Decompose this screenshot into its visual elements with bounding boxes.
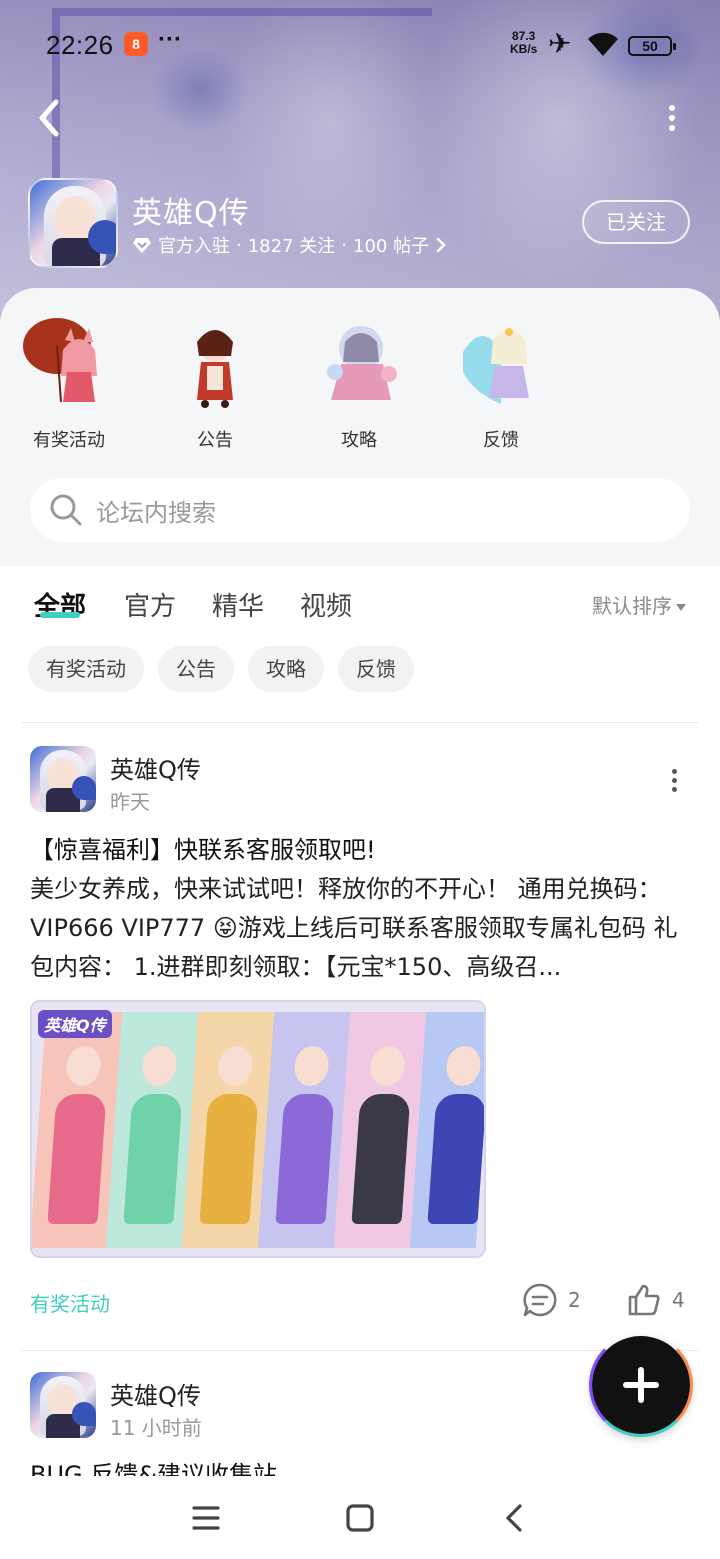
post-author-name[interactable]: 英雄Q传 (110, 750, 201, 785)
comment-button[interactable]: 2 (522, 1282, 581, 1318)
like-count: 4 (672, 1288, 685, 1312)
comment-count: 2 (568, 1288, 581, 1312)
category-guides[interactable]: 攻略 (304, 312, 414, 452)
meta-separator: · (236, 234, 242, 256)
post-image[interactable]: 英雄Q传 (30, 1000, 486, 1258)
system-navigation-bar (0, 1480, 720, 1559)
post-timestamp: 11 小时前 (110, 1416, 202, 1440)
announcement-character-icon (197, 330, 233, 408)
post-timestamp: 昨天 (110, 790, 150, 814)
game-title: 英雄Q传 (132, 196, 250, 231)
comment-icon (523, 1283, 557, 1317)
post-category-tag[interactable]: 有奖活动 (30, 1288, 110, 1317)
post-author-name[interactable]: 英雄Q传 (110, 1376, 201, 1411)
more-options-icon[interactable] (660, 102, 684, 136)
game-logo-badge: 英雄Q传 (38, 1010, 112, 1038)
notification-app-icon: 8 (124, 32, 148, 56)
sort-label: 默认排序 (592, 594, 672, 618)
chip-rewards[interactable]: 有奖活动 (28, 646, 144, 692)
divider (22, 722, 698, 723)
tab-official[interactable]: 官方 (124, 586, 176, 623)
tag-filter-chips: 有奖活动 公告 攻略 反馈 (28, 646, 414, 694)
search-placeholder: 论坛内搜索 (96, 498, 216, 527)
back-icon[interactable] (494, 1498, 534, 1538)
follow-button[interactable]: 已关注 (582, 200, 690, 244)
feedback-character-icon (463, 328, 529, 404)
follow-count: 1827 关注 (247, 236, 336, 257)
category-label: 公告 (197, 430, 233, 451)
home-icon[interactable] (340, 1498, 380, 1538)
official-label: 官方入驻 (158, 236, 230, 257)
category-feedback[interactable]: 反馈 (446, 312, 556, 452)
battery-icon: 50 (628, 36, 676, 56)
status-time: 22:26 (46, 30, 114, 60)
category-rewards[interactable]: 有奖活动 (14, 312, 124, 452)
search-icon (50, 494, 82, 526)
category-label: 有奖活动 (33, 430, 105, 451)
sort-dropdown[interactable]: 默认排序 (592, 590, 686, 619)
post-title[interactable]: 【惊喜福利】快联系客服领取吧! (30, 830, 376, 865)
tab-featured[interactable]: 精华 (212, 586, 264, 623)
tab-videos[interactable]: 视频 (300, 586, 352, 623)
airplane-mode-icon: ✈ (548, 28, 572, 59)
divider (22, 1350, 698, 1351)
network-speed-unit: KB/s (510, 42, 538, 56)
status-bar: 22:26 8 ··· 87.3 KB/s ✈ 50 (0, 22, 720, 68)
game-meta-row[interactable]: 官方入驻 · 1827 关注 · 100 帖子 (132, 232, 447, 258)
post-excerpt[interactable]: 美少女养成，快来试试吧！释放你的不开心！ 通用兑换码： VIP666 VIP77… (30, 870, 690, 987)
wifi-icon (588, 32, 618, 56)
more-notifications-icon: ··· (158, 26, 182, 53)
post-author-avatar[interactable] (30, 746, 96, 812)
official-diamond-icon (133, 238, 151, 253)
caret-down-icon (676, 604, 686, 611)
menu-icon[interactable] (186, 1498, 226, 1538)
game-avatar[interactable] (28, 178, 118, 268)
category-announcements[interactable]: 公告 (160, 312, 270, 452)
thumbs-up-icon (628, 1284, 660, 1316)
back-arrow-icon[interactable] (30, 96, 70, 140)
chip-feedback[interactable]: 反馈 (338, 646, 414, 692)
post-more-icon[interactable] (664, 766, 684, 796)
network-speed: 87.3 KB/s (510, 30, 537, 56)
post-count: 100 帖子 (353, 236, 430, 257)
create-post-button[interactable] (589, 1333, 693, 1437)
category-panel: 有奖活动 公告 攻略 反馈 论坛内搜索 (0, 288, 720, 566)
rewards-character-icon (23, 318, 97, 403)
post-author-avatar[interactable] (30, 1372, 96, 1438)
category-label: 攻略 (341, 430, 377, 451)
active-tab-indicator (40, 612, 80, 618)
forum-search-bar[interactable]: 论坛内搜索 (30, 478, 690, 542)
chevron-right-icon (436, 237, 446, 253)
like-button[interactable]: 4 (626, 1282, 685, 1318)
chip-guides[interactable]: 攻略 (248, 646, 324, 692)
category-label: 反馈 (483, 430, 519, 451)
post-filter-tabs: 全部 官方 精华 视频 默认排序 (0, 566, 720, 646)
forum-header-banner: 22:26 8 ··· 87.3 KB/s ✈ 50 英雄Q传 官方入驻 · 1… (0, 0, 720, 320)
post-title[interactable]: BUG 反馈&建议收集站 (30, 1460, 277, 1476)
meta-separator: · (341, 234, 347, 256)
chip-announcements[interactable]: 公告 (158, 646, 234, 692)
guide-character-icon (327, 326, 397, 400)
plus-icon (623, 1367, 659, 1403)
